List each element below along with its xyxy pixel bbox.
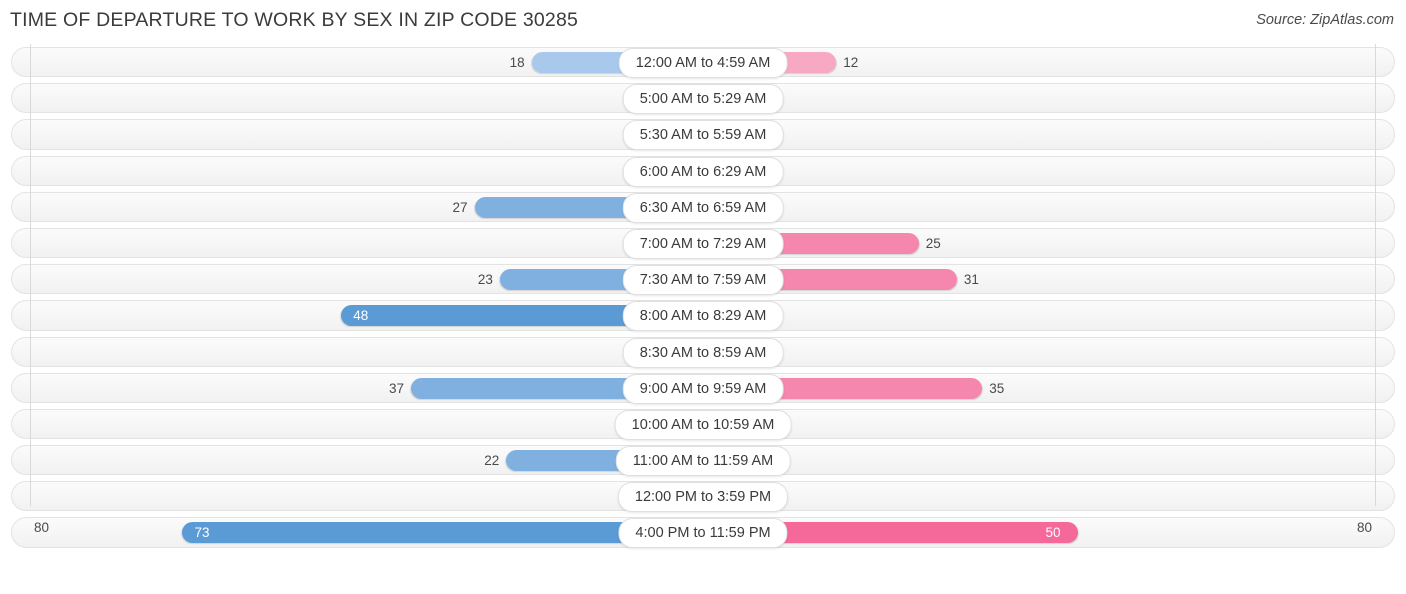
page-title: TIME OF DEPARTURE TO WORK BY SEX IN ZIP … [10, 9, 579, 31]
bar-value-female: 12 [843, 55, 859, 70]
category-label-pill: 11:00 AM to 11:59 AM [615, 446, 791, 477]
bar-row: 4808:00 AM to 8:29 AM [0, 297, 1406, 333]
category-label-pill: 10:00 AM to 10:59 AM [614, 409, 792, 440]
bar-row: 18 12 12:00 AM to 4:59 AM [0, 44, 1406, 80]
category-label-pill: 12:00 PM to 3:59 PM [617, 482, 789, 513]
category-label-pill: 9:00 AM to 9:59 AM [622, 373, 784, 404]
category-label-pill: 12:00 AM to 4:59 AM [618, 48, 788, 78]
category-label-pill: 5:00 AM to 5:29 AM [622, 84, 784, 115]
bar-value-male: 37 [389, 380, 405, 396]
axis-tick-right: 80 [1356, 520, 1372, 535]
bar-value-male: 22 [484, 453, 500, 469]
bar-row: 006:00 AM to 6:29 AM [0, 153, 1406, 189]
bar-row: 0012:00 PM to 3:59 PM [0, 478, 1406, 514]
bar-value-female: 31 [963, 272, 979, 288]
bar-row: 0010:00 AM to 10:59 AM [0, 406, 1406, 442]
axis-tick-left: 80 [34, 520, 50, 535]
category-label-pill: 8:30 AM to 8:59 AM [622, 337, 784, 368]
bar-row: 2706:30 AM to 6:59 AM [0, 189, 1406, 225]
category-label-pill: 5:30 AM to 5:59 AM [622, 120, 784, 151]
category-label-pill: 6:00 AM to 6:29 AM [622, 156, 784, 187]
bar-row: 23 31 7:30 AM to 7:59 AM [0, 261, 1406, 297]
bar-row: 37 35 9:00 AM to 9:59 AM [0, 370, 1406, 406]
category-label-pill: 8:00 AM to 8:29 AM [622, 301, 784, 332]
category-label-pill: 7:00 AM to 7:29 AM [622, 228, 784, 259]
bar-rows-container: 18 12 12:00 AM to 4:59 AM005:00 AM to 5:29… [0, 44, 1406, 551]
bar-value-female: 25 [925, 235, 941, 251]
bar-row: 22011:00 AM to 11:59 AM [0, 442, 1406, 478]
category-label-pill: 4:00 PM to 11:59 PM [618, 518, 788, 549]
bar-value-male: 27 [452, 199, 468, 215]
category-label-pill: 7:30 AM to 7:59 AM [622, 265, 784, 296]
bar-row: 0257:00 AM to 7:29 AM [0, 225, 1406, 261]
bar-value-male: 23 [477, 272, 493, 288]
chart-header: TIME OF DEPARTURE TO WORK BY SEX IN ZIP … [0, 0, 1406, 42]
bar-row: 008:30 AM to 8:59 AM [0, 334, 1406, 370]
bar-row: 005:00 AM to 5:29 AM [0, 80, 1406, 116]
bar-value-female: 35 [989, 380, 1005, 396]
bar-value-male: 18 [509, 55, 525, 70]
chart-plot-area: 18 12 12:00 AM to 4:59 AM005:00 AM to 5:29… [0, 44, 1406, 554]
category-label-pill: 6:30 AM to 6:59 AM [622, 192, 784, 223]
bar-value-male: 48 [353, 308, 369, 324]
source-attribution: Source: ZipAtlas.com [1256, 12, 1394, 28]
bar-row: 005:30 AM to 5:59 AM [0, 116, 1406, 152]
